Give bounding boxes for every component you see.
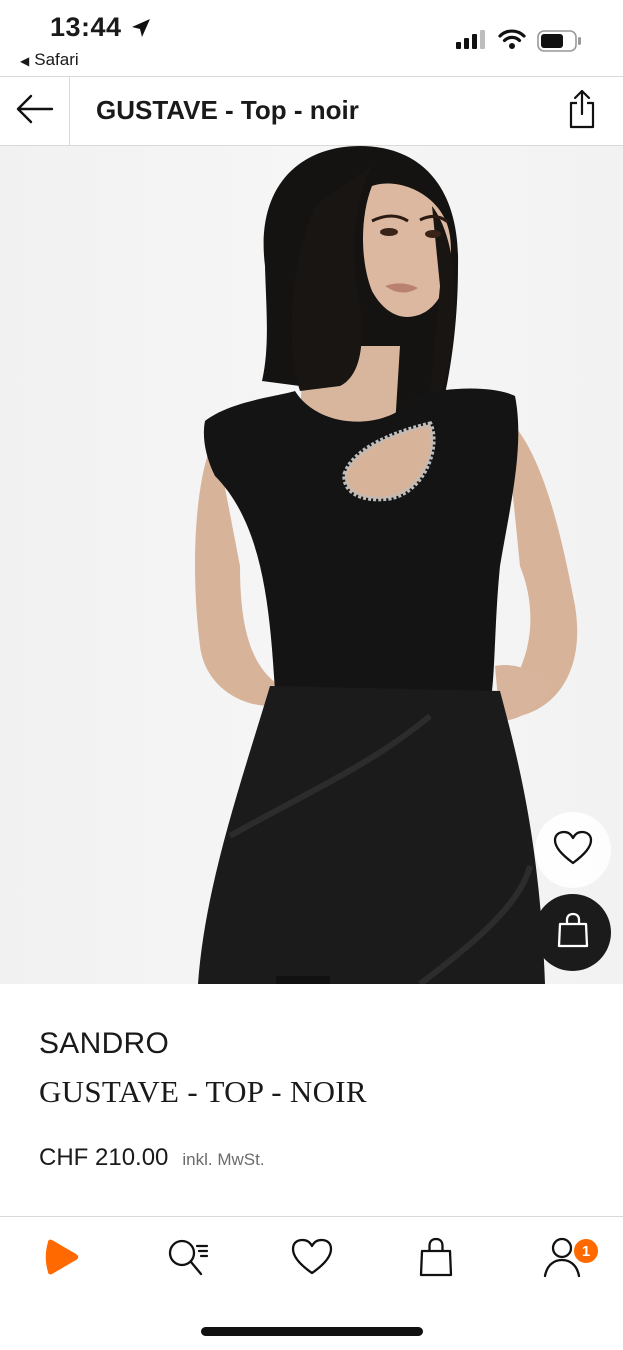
product-photo [195,146,578,984]
battery-icon [537,30,583,57]
search-list-icon [166,1236,210,1283]
status-time: 13:44 [50,12,122,42]
carousel-indicator [276,976,330,984]
brand-name[interactable]: SANDRO [39,1027,169,1061]
back-button[interactable] [0,77,70,145]
product-name: GUSTAVE - TOP - NOIR [39,1074,367,1109]
share-icon [566,89,598,134]
back-to-app-link[interactable]: ◀ Safari [20,50,79,70]
product-image[interactable] [0,146,623,984]
heart-icon [291,1238,333,1281]
wifi-icon [498,28,526,55]
tab-home[interactable] [37,1235,85,1283]
page-title: GUSTAVE - Top - noir [96,95,359,125]
tab-search[interactable] [164,1235,212,1283]
share-button[interactable] [562,89,602,134]
tab-bag[interactable] [412,1235,460,1283]
back-app-label: Safari [34,50,79,69]
shopping-bag-icon [418,1237,454,1282]
zalando-logo-icon [42,1238,80,1281]
status-bar: 13:44 ◀ Safari [0,0,623,76]
location-arrow-icon [130,17,152,44]
signal-icon [456,29,488,54]
heart-icon [553,830,593,871]
tab-wishlist[interactable] [288,1235,336,1283]
price-row: CHF 210.00 inkl. MwSt. [39,1144,265,1172]
price: CHF 210.00 [39,1144,169,1171]
navigation-bar: GUSTAVE - Top - noir [0,76,623,146]
arrow-left-icon [15,94,55,129]
tax-note: inkl. MwSt. [182,1150,265,1169]
shopping-bag-icon [556,912,590,953]
profile-notification-badge: 1 [572,1237,600,1265]
add-to-bag-button[interactable] [534,894,611,971]
add-to-wishlist-button[interactable] [535,812,611,888]
home-indicator[interactable] [201,1327,423,1336]
